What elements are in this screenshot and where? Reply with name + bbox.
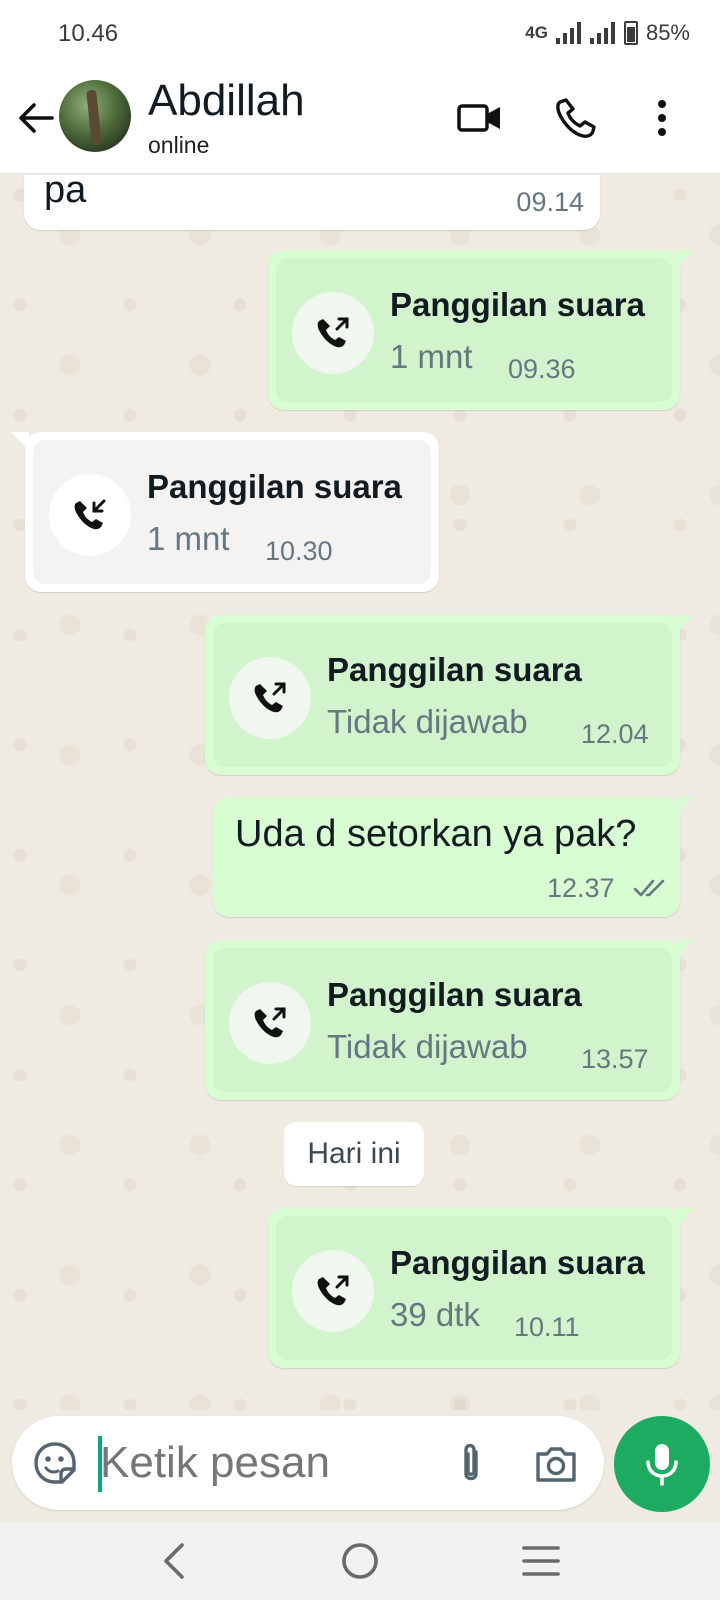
message-time: 12.04 [581, 719, 649, 749]
nav-home-icon[interactable] [335, 1536, 385, 1586]
network-type: 4G [525, 23, 548, 42]
message-input[interactable] [100, 1428, 420, 1498]
outgoing-call-icon [292, 1250, 374, 1332]
back-arrow-icon[interactable] [14, 96, 58, 140]
status-indicators: 4G 85% [525, 20, 690, 46]
call-title: Panggilan suara [327, 651, 582, 688]
message-text: pa [44, 175, 87, 211]
message-composer [12, 1416, 604, 1510]
message-time: 12.37 [547, 873, 615, 903]
avatar[interactable] [59, 80, 131, 152]
call-title: Panggilan suara [327, 976, 582, 1013]
call-bubble-outgoing[interactable]: Panggilan suara 1 mnt 09.36 [268, 250, 694, 410]
nav-recents-icon[interactable] [516, 1536, 566, 1586]
camera-icon[interactable] [532, 1440, 580, 1488]
outgoing-call-icon [292, 292, 374, 374]
attach-icon[interactable] [446, 1438, 496, 1488]
chat-area[interactable]: pa 09.14 Panggilan suara 1 mnt 09.36 Pan… [0, 175, 720, 1410]
call-duration: 39 dtk [390, 1296, 480, 1333]
more-options-icon[interactable] [638, 94, 686, 142]
call-status: Tidak dijawab [327, 1028, 528, 1065]
call-title: Panggilan suara [390, 286, 645, 323]
signal-icon [555, 22, 582, 44]
date-separator: Hari ini [284, 1122, 424, 1186]
message-time: 09.14 [516, 187, 584, 217]
signal-icon [589, 22, 616, 44]
battery-icon [623, 21, 638, 45]
sticker-emoji-icon[interactable] [32, 1440, 78, 1486]
microphone-icon [646, 1444, 678, 1486]
call-duration: 1 mnt [390, 338, 473, 375]
status-time: 10.46 [58, 20, 119, 47]
contact-name[interactable]: Abdillah [148, 76, 305, 126]
call-bubble-outgoing[interactable]: Panggilan suara Tidak dijawab 12.04 [205, 615, 694, 775]
message-text: Uda d setorkan ya pak? [235, 813, 637, 855]
message-time: 09.36 [508, 354, 576, 384]
message-time: 10.30 [265, 536, 333, 566]
call-status: Tidak dijawab [327, 703, 528, 740]
chat-header: Abdillah online [0, 68, 720, 174]
message-time: 13.57 [581, 1044, 649, 1074]
call-title: Panggilan suara [147, 468, 402, 505]
call-bubble-outgoing[interactable]: Panggilan suara Tidak dijawab 13.57 [205, 940, 694, 1100]
message-bubble-incoming[interactable]: pa 09.14 [24, 175, 600, 230]
outgoing-call-icon [229, 657, 311, 739]
call-title: Panggilan suara [390, 1244, 645, 1281]
system-navigation-bar [0, 1522, 720, 1600]
message-bubble-outgoing[interactable]: Uda d setorkan ya pak? 12.37 [213, 797, 694, 917]
status-bar: 10.46 4G 85% [0, 0, 720, 68]
message-time: 10.11 [514, 1312, 580, 1342]
call-duration: 1 mnt [147, 520, 230, 557]
voice-call-icon[interactable] [552, 94, 600, 142]
nav-back-icon[interactable] [150, 1536, 200, 1586]
battery-level: 85% [645, 20, 690, 45]
incoming-call-icon [49, 474, 131, 556]
video-call-icon[interactable] [456, 94, 504, 142]
voice-record-button[interactable] [614, 1416, 710, 1512]
contact-status: online [148, 132, 210, 158]
call-bubble-outgoing[interactable]: Panggilan suara 39 dtk 10.11 [268, 1208, 694, 1368]
outgoing-call-icon [229, 982, 311, 1064]
call-bubble-incoming[interactable]: Panggilan suara 1 mnt 10.30 [11, 432, 439, 592]
read-ticks-icon [633, 879, 665, 897]
